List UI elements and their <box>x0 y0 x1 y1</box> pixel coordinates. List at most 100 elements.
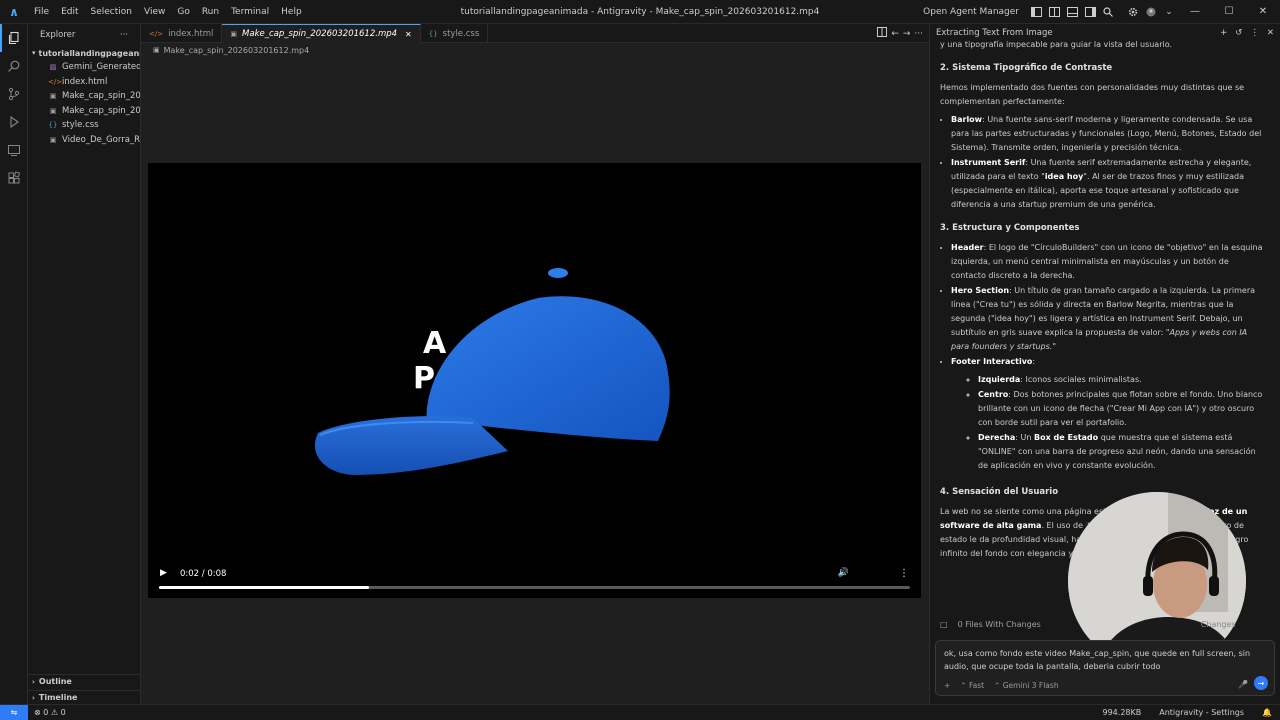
run-debug-icon[interactable] <box>0 108 28 136</box>
list-item: Instrument Serif: Una fuente serif extre… <box>951 156 1266 212</box>
menu-help[interactable]: Help <box>275 0 308 24</box>
notifications-icon[interactable]: 🔔 <box>1262 708 1272 717</box>
chat-input[interactable]: ok, usa como fondo este video Make_cap_s… <box>935 640 1275 696</box>
search-icon[interactable] <box>0 52 28 80</box>
history-icon[interactable]: ↺ <box>1235 28 1242 38</box>
menu-go[interactable]: Go <box>171 0 195 24</box>
menu-view[interactable]: View <box>138 0 171 24</box>
minimize-button[interactable]: — <box>1178 0 1212 24</box>
close-window-button[interactable]: ✕ <box>1246 0 1280 24</box>
menu-edit[interactable]: Edit <box>55 0 84 24</box>
file-type-icon: </> <box>149 29 164 38</box>
toggle-secondary-sidebar-icon[interactable] <box>1084 6 1096 18</box>
more-actions-icon[interactable]: ⋮ <box>1250 28 1259 38</box>
outline-label: Outline <box>38 677 72 686</box>
problems-indicator[interactable]: ⊗ 0 ⚠ 0 <box>34 708 66 717</box>
sidebar-file[interactable]: ▣ Video_De_Gorra_R... <box>28 133 140 148</box>
file-type-icon: {} <box>48 121 58 130</box>
chat-input-text[interactable]: ok, usa como fondo este video Make_cap_s… <box>944 647 1266 673</box>
more-actions-icon[interactable]: ··· <box>914 29 923 39</box>
list-item: Header: El logo de "CírculoBuilders" con… <box>951 241 1266 283</box>
activity-bar <box>0 24 28 704</box>
video-progress-fill <box>159 586 370 589</box>
source-control-icon[interactable] <box>0 80 28 108</box>
sidebar-file[interactable]: ▨ Gemini_Generated... <box>28 60 140 75</box>
timeline-label: Timeline <box>38 693 78 702</box>
agent-panel-title: Extracting Text From Image <box>936 28 1053 38</box>
intro-tail: y una tipografía impecable para guiar la… <box>940 40 1173 49</box>
list-item: Hero Section: Un título de gran tamaño c… <box>951 284 1266 354</box>
menu-run[interactable]: Run <box>196 0 225 24</box>
editor-tab[interactable]: {} style.css <box>421 24 489 43</box>
outline-section[interactable]: › Outline <box>28 674 141 688</box>
model-selector[interactable]: ⌃ Gemini 3 Flash <box>994 681 1059 690</box>
close-tab-icon[interactable]: ✕ <box>405 30 412 39</box>
video-file-icon: ▣ <box>153 46 160 54</box>
chevron-down-icon: ▾ <box>32 49 36 57</box>
sidebar-file[interactable]: ▣ Make_cap_spin_20... <box>28 89 140 104</box>
menu-selection[interactable]: Selection <box>85 0 138 24</box>
play-icon[interactable]: ▶ <box>160 568 167 578</box>
breadcrumb-file[interactable]: Make_cap_spin_202603201612.mp4 <box>164 46 310 55</box>
section-4-title: 4. Sensación del Usuario <box>940 487 1059 497</box>
arrow-right-icon[interactable]: → <box>903 29 911 39</box>
sidebar-file-label: Video_De_Gorra_R... <box>62 134 140 145</box>
add-context-icon[interactable]: + <box>944 681 950 690</box>
sidebar-file[interactable]: ▣ Make_cap_spin_20... <box>28 104 140 119</box>
extensions-icon[interactable] <box>0 164 28 192</box>
project-folder[interactable]: ▾ tutoriallandingpageanim... <box>28 46 140 60</box>
sidebar-file-label: Make_cap_spin_20... <box>62 91 140 102</box>
video-player[interactable]: A P ▶ 0:02 / 0:08 🔊 ⋮ <box>148 163 921 598</box>
sidebar-file[interactable]: {} style.css <box>28 118 140 133</box>
timeline-section[interactable]: › Timeline <box>28 690 141 704</box>
close-panel-icon[interactable]: ✕ <box>1267 28 1274 38</box>
file-type-icon: ▣ <box>49 92 57 101</box>
file-type-icon: ▣ <box>49 106 57 115</box>
editor-area: </> index.html ▣ Make_cap_spin_202603201612… <box>141 24 929 704</box>
video-progress-bar[interactable] <box>159 586 910 589</box>
open-agent-manager-button[interactable]: Open Agent Manager <box>923 7 1019 17</box>
chevron-down-icon[interactable]: ⌄ <box>1163 6 1175 18</box>
send-button[interactable]: → <box>1254 676 1268 690</box>
file-type-icon: {} <box>428 29 438 38</box>
arrow-left-icon[interactable]: ← <box>891 29 899 39</box>
editor-tab[interactable]: ▣ Make_cap_spin_202603201612.mp4 ✕ <box>222 24 421 43</box>
file-type-icon: </> <box>48 77 63 86</box>
mode-selector[interactable]: ⌃ Fast <box>960 681 984 690</box>
menu-file[interactable]: File <box>28 0 55 24</box>
layout-split-icon[interactable] <box>1048 6 1060 18</box>
menu-terminal[interactable]: Terminal <box>225 0 275 24</box>
volume-icon[interactable]: 🔊 <box>838 568 849 578</box>
settings-status[interactable]: Antigravity - Settings <box>1159 708 1244 717</box>
error-icon: ⊗ <box>34 708 41 717</box>
cap-text-line1: A <box>423 326 447 361</box>
section-2-intro: Hemos implementado dos fuentes con perso… <box>940 83 1245 106</box>
sidebar-file-label: style.css <box>62 120 99 131</box>
explorer-header: Explorer ··· <box>28 24 140 46</box>
remote-explorer-icon[interactable] <box>0 136 28 164</box>
toggle-panel-icon[interactable] <box>1066 6 1078 18</box>
video-controls: ▶ 0:02 / 0:08 🔊 ⋮ <box>148 558 921 598</box>
files-with-changes[interactable]: □ 0 Files With Changes Changes <box>940 620 1236 629</box>
sidebar-file[interactable]: </> index.html <box>28 75 140 90</box>
maximize-button[interactable]: ☐ <box>1212 0 1246 24</box>
cap-text-line2: P <box>413 361 435 396</box>
microphone-icon[interactable]: 🎤 <box>1238 680 1248 689</box>
search-icon[interactable] <box>1102 6 1114 18</box>
video-more-icon[interactable]: ⋮ <box>899 568 909 579</box>
changes-link[interactable]: Changes <box>1201 620 1236 629</box>
split-editor-icon[interactable] <box>877 27 888 40</box>
explorer-more-button[interactable]: ··· <box>120 30 128 40</box>
toggle-sidebar-icon[interactable] <box>1030 6 1042 18</box>
account-avatar-icon[interactable] <box>1145 6 1157 18</box>
explorer-files-icon[interactable] <box>0 24 28 52</box>
remote-indicator-icon[interactable]: ⇋ <box>0 704 28 720</box>
new-chat-icon[interactable]: + <box>1220 28 1227 38</box>
editor-tab-label: Make_cap_spin_202603201612.mp4 <box>242 29 398 39</box>
sidebar-file-label: index.html <box>62 76 108 87</box>
gear-icon[interactable] <box>1127 6 1139 18</box>
file-type-icon: ▣ <box>230 30 238 38</box>
editor-tab[interactable]: </> index.html <box>141 24 223 43</box>
editor-tabs: </> index.html ▣ Make_cap_spin_202603201612… <box>141 24 929 43</box>
files-with-changes-label: 0 Files With Changes <box>957 620 1041 629</box>
